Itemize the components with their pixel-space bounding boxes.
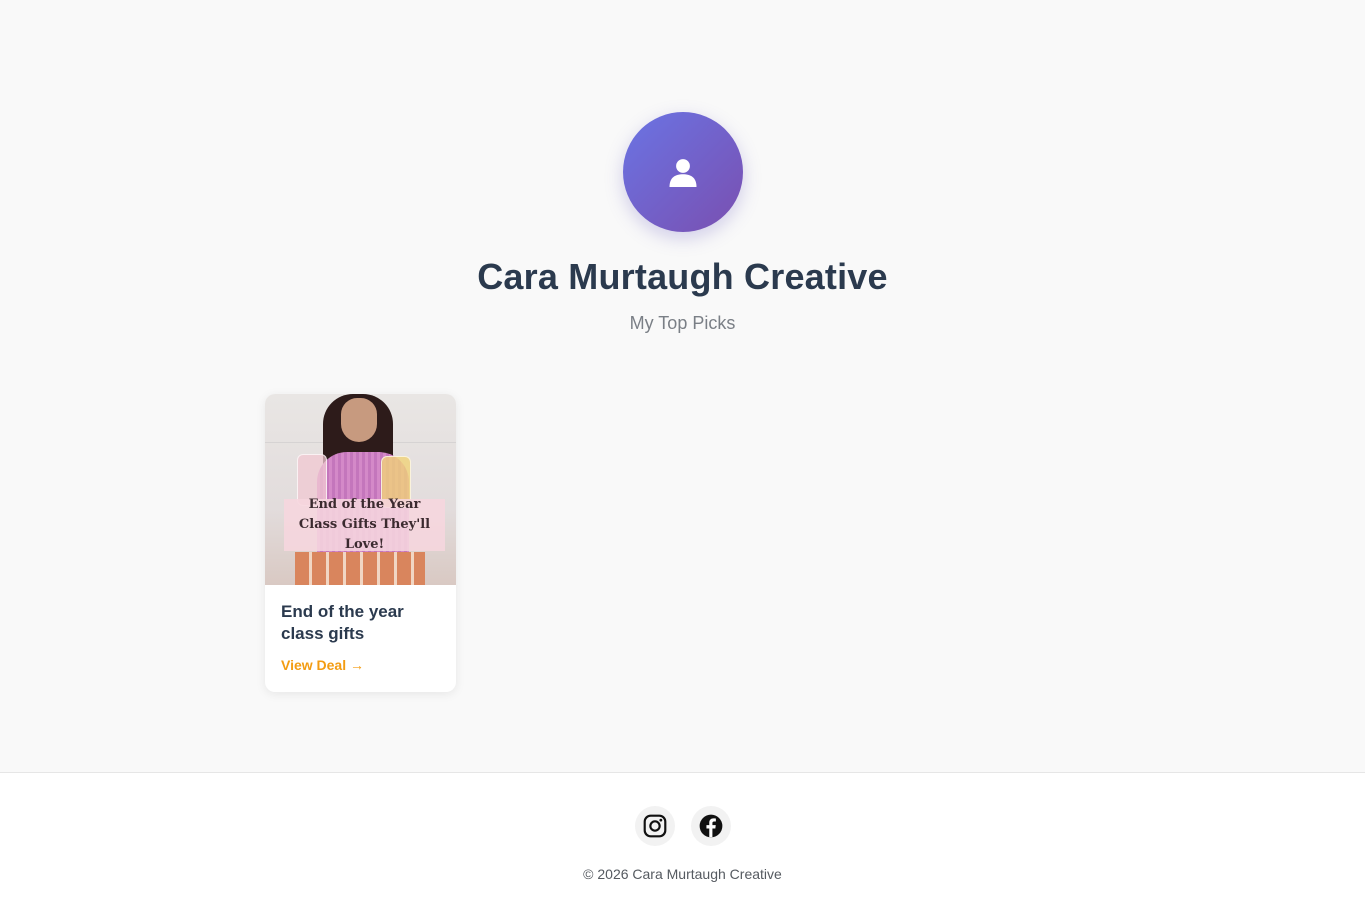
main-content: Cara Murtaugh Creative My Top Picks End … [0,0,1365,772]
avatar [623,112,743,232]
image-person-face [341,398,377,442]
copyright: © 2026 Cara Murtaugh Creative [583,866,782,882]
product-title[interactable]: End of the year class gifts [281,601,441,645]
instagram-button[interactable] [635,806,675,846]
view-deal-link[interactable]: View Deal → [281,657,364,673]
image-caption-box: End of the Year Class Gifts They'll Love… [284,497,445,552]
facebook-button[interactable] [691,806,731,846]
user-icon [669,159,697,187]
product-card[interactable]: End of the Year Class Gifts They'll Love… [265,394,456,692]
image-caption: End of the Year Class Gifts They'll Love… [298,497,431,552]
instagram-icon [643,814,667,838]
footer: © 2026 Cara Murtaugh Creative [0,772,1365,900]
facebook-icon [699,814,723,838]
product-image[interactable]: End of the Year Class Gifts They'll Love… [265,394,456,585]
image-cups [295,552,425,585]
page-title: Cara Murtaugh Creative [477,256,888,297]
page-subtitle: My Top Picks [629,313,736,333]
